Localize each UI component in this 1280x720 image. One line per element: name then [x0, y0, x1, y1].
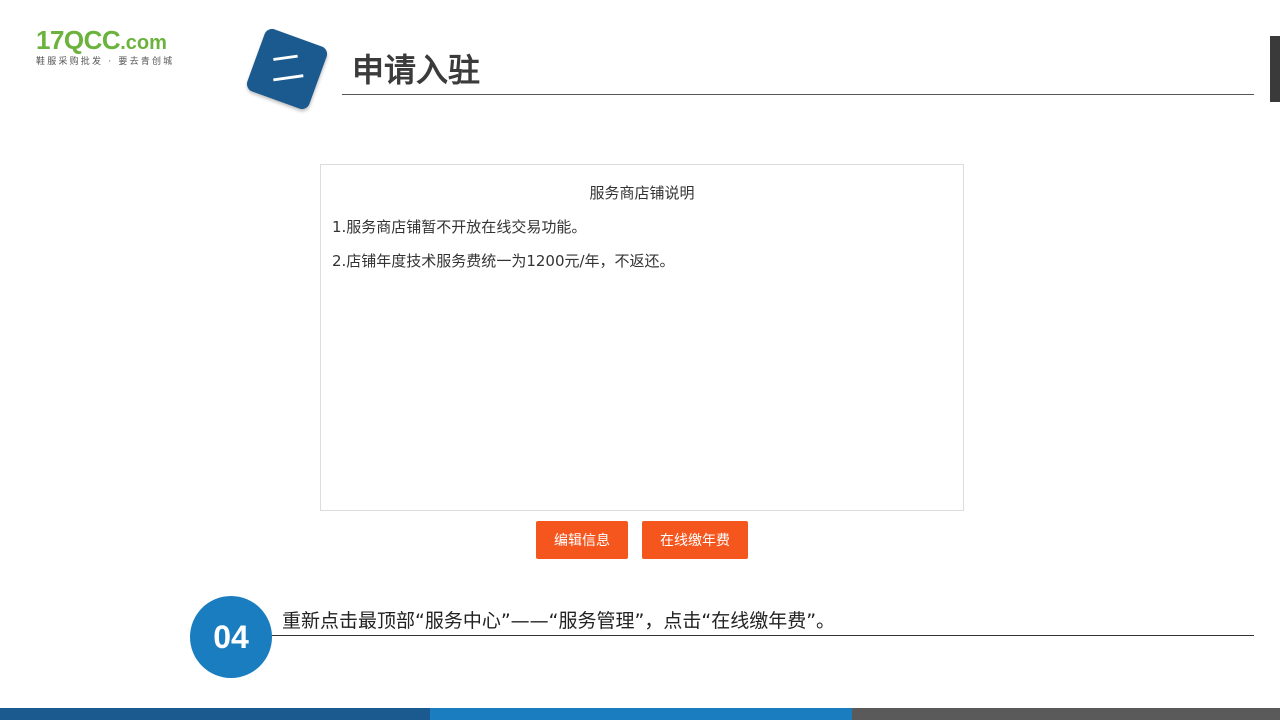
logo-part-2: QCC: [63, 25, 121, 55]
step-divider: [272, 635, 1254, 636]
title-divider: [342, 94, 1254, 95]
panel-title: 服务商店铺说明: [589, 184, 695, 202]
logo-tagline: 鞋服采购批发 · 要去青创城: [36, 57, 175, 67]
section-title: 申请入驻: [352, 51, 481, 89]
logo-domain: .com: [120, 32, 167, 54]
footer-bar-blue: [430, 708, 852, 720]
step-number-badge: 04: [190, 596, 272, 678]
section-badge-number: 二: [267, 46, 307, 92]
site-logo: 17QCC.com 鞋服采购批发 · 要去青创城: [36, 27, 196, 71]
service-store-notice-panel: 服务商店铺说明 1.服务商店铺暂不开放在线交易功能。 2.店铺年度技术服务费统一…: [320, 164, 964, 511]
right-edge-bar: [1270, 36, 1280, 102]
logo-part-1: 17: [36, 25, 64, 55]
footer-bar-gray: [852, 708, 1280, 720]
logo-wordmark: 17QCC.com: [36, 27, 167, 56]
online-annual-fee-button[interactable]: 在线缴年费: [642, 521, 748, 559]
edit-info-button[interactable]: 编辑信息: [536, 521, 628, 559]
step-instruction: 重新点击最顶部“服务中心”——“服务管理”，点击“在线缴年费”。: [282, 610, 836, 632]
notice-line-1: 1.服务商店铺暂不开放在线交易功能。: [332, 218, 587, 236]
footer-bar-dark-blue: [0, 708, 430, 720]
notice-line-2: 2.店铺年度技术服务费统一为1200元/年，不返还。: [332, 252, 675, 270]
